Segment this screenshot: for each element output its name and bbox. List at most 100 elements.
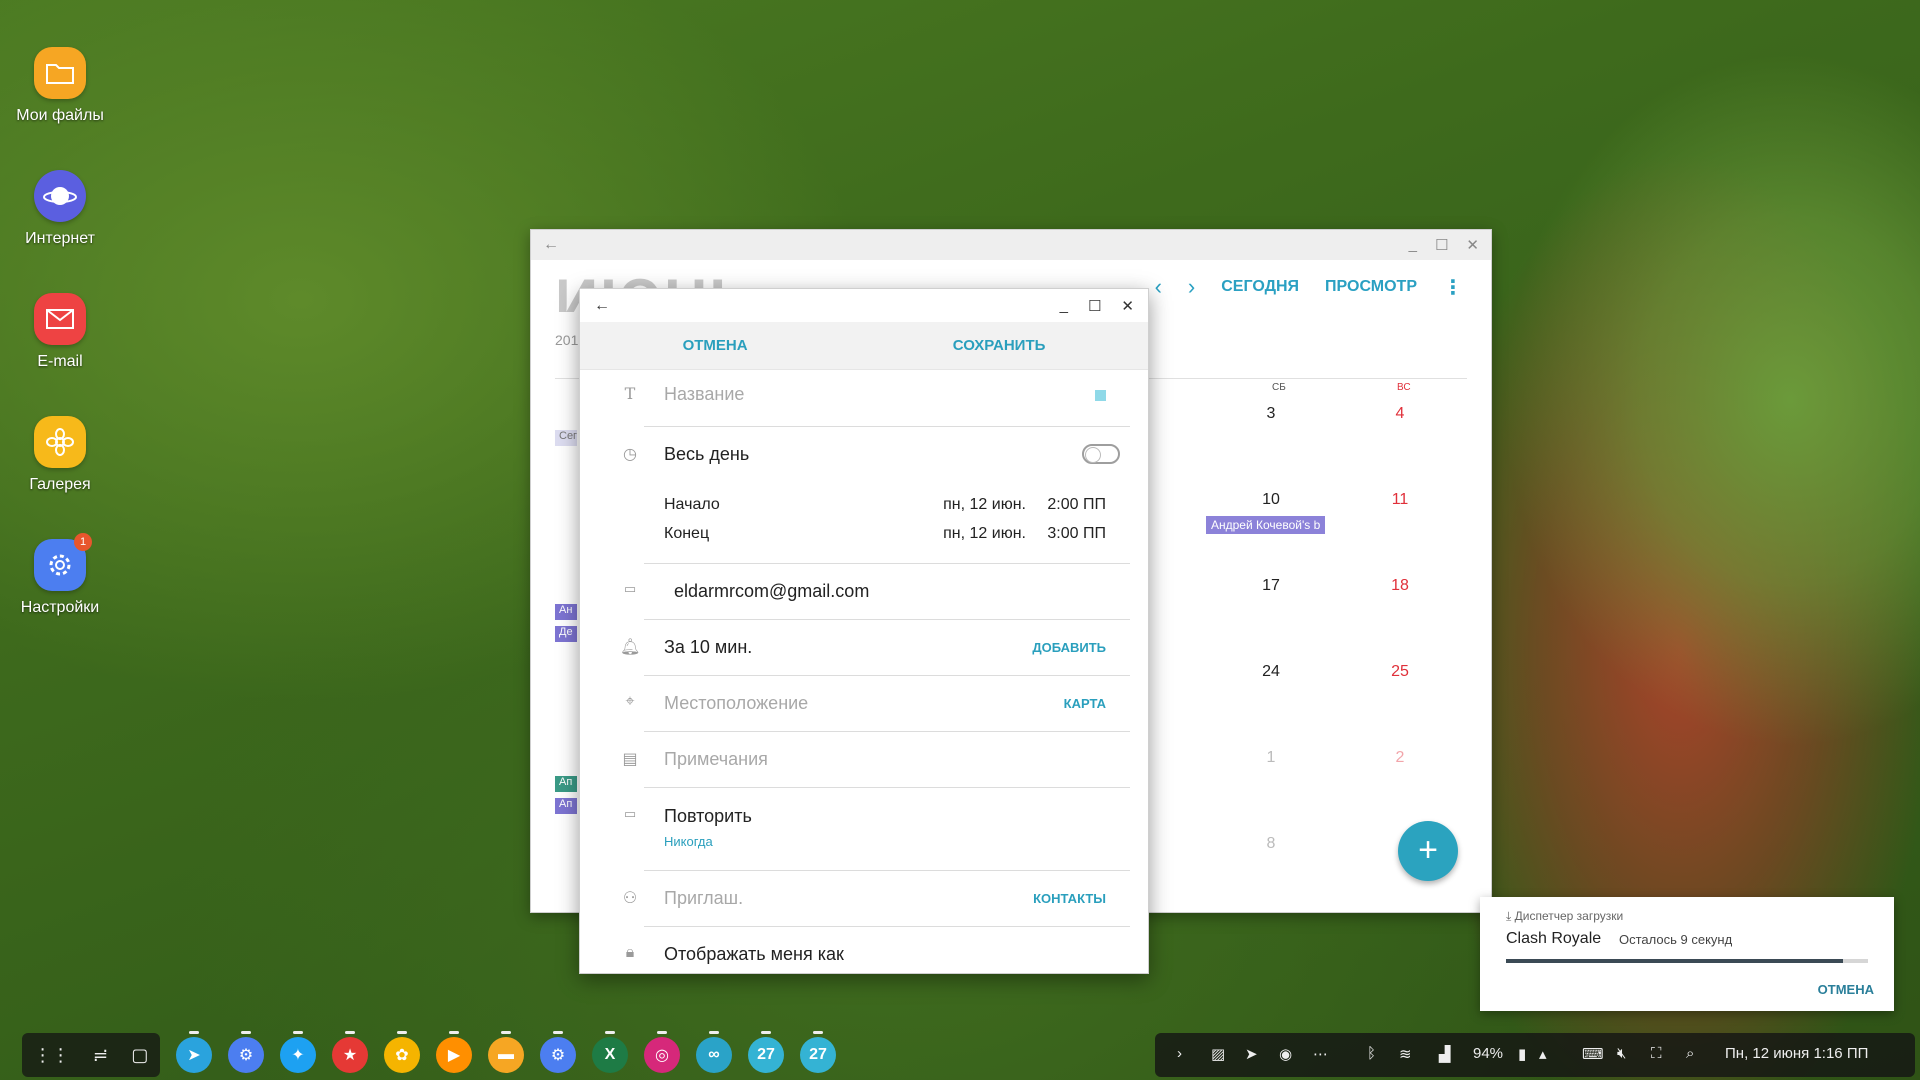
- location-input[interactable]: Местоположение: [664, 693, 808, 714]
- start-date[interactable]: пн, 12 июн.: [943, 496, 1026, 514]
- more-options-icon[interactable]: ⋮: [1443, 275, 1463, 300]
- next-month-icon[interactable]: ›: [1188, 274, 1195, 300]
- sync-icon[interactable]: ∞: [696, 1031, 732, 1073]
- desktop-icon-gallery[interactable]: Галерея: [0, 416, 120, 494]
- desktop-icon-internet[interactable]: Интернет: [0, 170, 120, 248]
- desktop-icon-settings[interactable]: 1 Настройки: [0, 533, 120, 617]
- bluetooth-icon[interactable]: ᛒ: [1367, 1045, 1376, 1062]
- telegram-tray-icon[interactable]: ➤: [1245, 1045, 1258, 1063]
- prev-month-icon[interactable]: ‹: [1155, 274, 1162, 300]
- caret-up-icon[interactable]: ▴: [1539, 1045, 1547, 1063]
- event-chip[interactable]: Андрей Кочевой's b: [1206, 516, 1326, 534]
- telegram-icon[interactable]: ➤: [176, 1031, 212, 1073]
- calendar-27-icon[interactable]: 27: [800, 1031, 836, 1073]
- desktop-icon-my-files[interactable]: Мои файлы: [0, 47, 120, 125]
- excel-icon[interactable]: X: [592, 1031, 628, 1073]
- battery-level: 94%: [1473, 1045, 1504, 1062]
- map-button[interactable]: КАРТА: [1064, 696, 1106, 711]
- calendar-day[interactable]: 17: [1251, 577, 1291, 595]
- play-music-icon[interactable]: ▶: [436, 1031, 472, 1073]
- more-icon[interactable]: ⋯: [1313, 1045, 1328, 1063]
- back-arrow-icon[interactable]: ←: [543, 236, 559, 254]
- notification-subtitle: Осталось 9 секунд: [1619, 932, 1733, 947]
- cancel-download-button[interactable]: ОТМЕНА: [1818, 982, 1874, 997]
- bell-icon: 🔔︎: [620, 639, 641, 656]
- chevron-right-icon[interactable]: ›: [1177, 1045, 1182, 1062]
- minimize-icon[interactable]: _: [1060, 297, 1068, 314]
- close-icon[interactable]: ✕: [1121, 297, 1134, 315]
- twitter-icon[interactable]: ✦: [280, 1031, 316, 1073]
- reminder-value[interactable]: За 10 мин.: [664, 637, 752, 658]
- maximize-icon[interactable]: ☐: [1088, 297, 1101, 315]
- maximize-icon[interactable]: ☐: [1435, 236, 1448, 254]
- start-time[interactable]: 2:00 ПП: [1047, 496, 1106, 514]
- wifi-icon[interactable]: ≋: [1399, 1045, 1412, 1063]
- add-event-button[interactable]: +: [1398, 821, 1458, 881]
- event-chip-partial[interactable]: Ап: [555, 798, 577, 814]
- end-time[interactable]: 3:00 ПП: [1047, 525, 1106, 543]
- mute-icon[interactable]: 🔇︎: [1617, 1045, 1626, 1062]
- settings-icon[interactable]: ⚙: [540, 1031, 576, 1073]
- recent-apps-icon[interactable]: ≓: [93, 1045, 108, 1066]
- settings-icon[interactable]: ⚙: [228, 1031, 264, 1073]
- calendar-day[interactable]: 18: [1380, 577, 1420, 595]
- save-button[interactable]: СОХРАНИТЬ: [953, 337, 1046, 354]
- notes-icon: ▤: [622, 751, 638, 768]
- cancel-button[interactable]: ОТМЕНА: [683, 337, 748, 354]
- download-notification[interactable]: ⤓ Диспетчер загрузки Clash Royale Остало…: [1480, 897, 1894, 1011]
- instagram-icon[interactable]: ◎: [644, 1031, 680, 1073]
- apps-grid-icon[interactable]: ⋮⋮: [34, 1045, 70, 1066]
- search-icon[interactable]: ⌕: [1686, 1045, 1694, 1062]
- repeat-value[interactable]: Никогда: [664, 834, 713, 849]
- bookmark-star-icon[interactable]: ★: [332, 1031, 368, 1073]
- invitees-input[interactable]: Приглаш.: [664, 888, 743, 909]
- repeat-label[interactable]: Повторить: [664, 806, 752, 827]
- show-me-as-label[interactable]: Отображать меня как: [664, 944, 844, 965]
- minimize-icon[interactable]: _: [1409, 236, 1417, 254]
- folder-icon: [34, 47, 86, 99]
- keyboard-icon[interactable]: ⌨: [1582, 1045, 1604, 1063]
- event-title-input[interactable]: Название: [664, 384, 744, 405]
- add-reminder-button[interactable]: ДОБАВИТЬ: [1032, 640, 1106, 655]
- calendar-day[interactable]: 25: [1380, 663, 1420, 681]
- pinwheel-icon[interactable]: ✿: [384, 1031, 420, 1073]
- desktop-icon-email[interactable]: E-mail: [0, 293, 120, 371]
- calendar-day[interactable]: 1: [1251, 749, 1291, 767]
- notification-badge: 1: [74, 533, 92, 551]
- close-icon[interactable]: ✕: [1466, 236, 1479, 254]
- all-day-toggle[interactable]: [1082, 444, 1120, 464]
- compass-icon[interactable]: ◉: [1279, 1045, 1292, 1063]
- today-button[interactable]: СЕГОДНЯ: [1221, 278, 1299, 296]
- image-icon[interactable]: ▨: [1211, 1045, 1225, 1063]
- calendar-account[interactable]: eldarmrcom@gmail.com: [674, 581, 869, 602]
- system-tray: › ▨ ➤ ◉ ⋯ ᛒ ≋ ▟ 94% ▮ ▴ ⌨ 🔇︎ ⛶ ⌕ Пн, 12 …: [1155, 1033, 1915, 1077]
- calendar-day[interactable]: 10: [1251, 491, 1291, 509]
- notes-input[interactable]: Примечания: [664, 749, 768, 770]
- back-arrow-icon[interactable]: ←: [594, 297, 610, 315]
- event-editor-dialog: ← _ ☐ ✕ ОТМЕНА СОХРАНИТЬ T Название ◷ Ве…: [579, 288, 1149, 974]
- calendar-day[interactable]: 2: [1380, 749, 1420, 767]
- text-format-icon: T: [624, 384, 636, 403]
- home-square-icon[interactable]: ▢: [131, 1045, 148, 1066]
- event-chip-partial[interactable]: Ап: [555, 776, 577, 792]
- view-button[interactable]: ПРОСМОТР: [1325, 278, 1417, 296]
- calendar-day[interactable]: 11: [1380, 491, 1420, 509]
- date-time[interactable]: Пн, 12 июня 1:16 ПП: [1725, 1045, 1868, 1062]
- event-color-swatch[interactable]: [1095, 390, 1106, 401]
- calendar-day[interactable]: 24: [1251, 663, 1291, 681]
- calendar-27-icon[interactable]: 27: [748, 1031, 784, 1073]
- download-icon: ⤓: [1506, 909, 1515, 923]
- event-chip-partial[interactable]: Сег: [555, 430, 577, 446]
- end-date[interactable]: пн, 12 июн.: [943, 525, 1026, 543]
- calendar-day[interactable]: 3: [1251, 405, 1291, 423]
- calendar-day[interactable]: 8: [1251, 835, 1291, 853]
- folder-icon[interactable]: ▬: [488, 1031, 524, 1073]
- event-chip-partial[interactable]: Ан: [555, 604, 577, 620]
- desktop-icon-label: Интернет: [25, 230, 95, 247]
- signal-icon: ▟: [1439, 1046, 1451, 1063]
- screen-capture-icon[interactable]: ⛶: [1651, 1045, 1662, 1062]
- calendar-day[interactable]: 4: [1380, 405, 1420, 423]
- repeat-icon: ▭: [623, 806, 637, 821]
- contacts-button[interactable]: КОНТАКТЫ: [1033, 891, 1106, 906]
- event-chip-partial[interactable]: Де: [555, 626, 577, 642]
